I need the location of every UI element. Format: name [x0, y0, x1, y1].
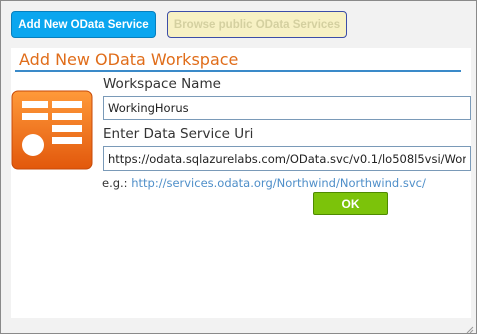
add-new-odata-service-button[interactable]: Add New OData Service: [11, 11, 156, 38]
browse-public-odata-services-button[interactable]: Browse public OData Services: [167, 11, 347, 38]
resize-grip-icon[interactable]: [464, 321, 474, 334]
example-prefix: e.g.:: [102, 176, 128, 190]
data-service-uri-label: Enter Data Service Uri: [103, 126, 254, 142]
ok-button[interactable]: OK: [313, 192, 388, 215]
title-divider: [15, 70, 461, 72]
example-link[interactable]: http://services.odata.org/Northwind/Nort…: [131, 176, 426, 190]
odata-dialog-window: Add New OData Service Browse public ODat…: [0, 0, 477, 334]
toolbar: Add New OData Service Browse public ODat…: [1, 1, 476, 45]
panel-title: Add New OData Workspace: [19, 50, 239, 69]
example-hint: e.g.: http://services.odata.org/Northwin…: [102, 176, 426, 190]
data-service-uri-input[interactable]: [103, 146, 471, 171]
workspace-name-input[interactable]: [103, 96, 471, 120]
workspace-name-label: Workspace Name: [103, 76, 221, 92]
add-workspace-panel: Add New OData Workspace Workspace Name W…: [11, 48, 471, 318]
odata-logo-icon: [11, 90, 93, 170]
